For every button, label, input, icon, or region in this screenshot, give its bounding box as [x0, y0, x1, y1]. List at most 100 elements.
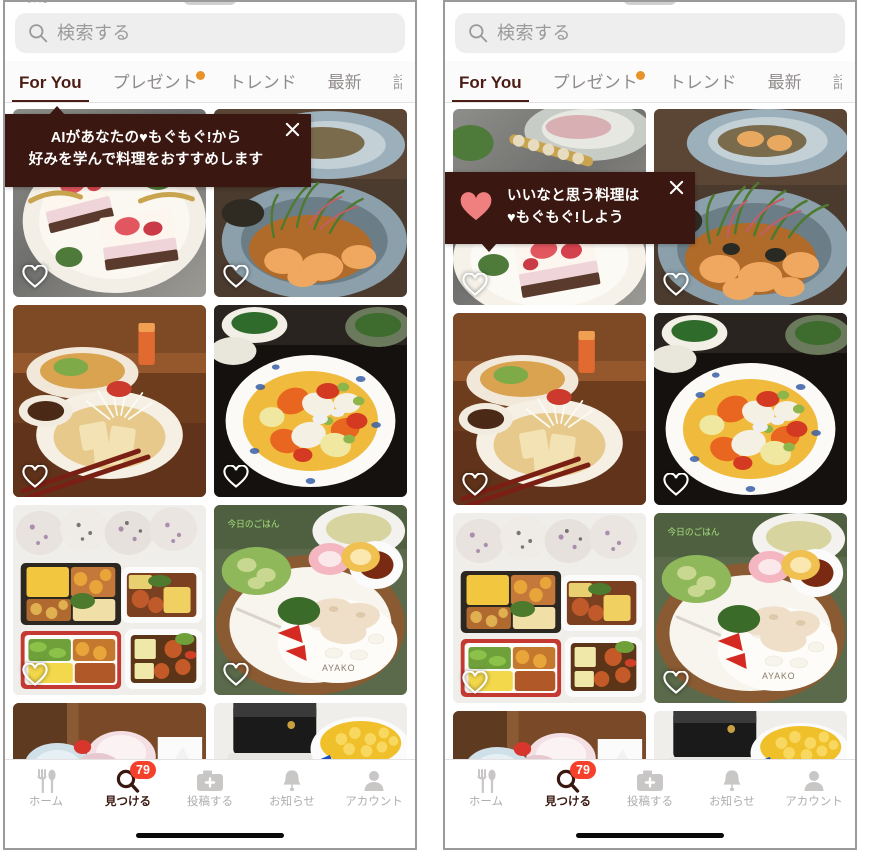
tab-label: 話 [393, 74, 402, 92]
nav-label: アカウント [345, 796, 403, 808]
icon-container: 79 [115, 761, 156, 794]
like-heart-icon[interactable] [663, 473, 689, 497]
like-heart-icon[interactable] [22, 663, 48, 687]
tooltip-like-hint[interactable]: いいなと思う料理は ♥もぐもぐ!しよう [445, 172, 695, 252]
like-heart-icon[interactable] [223, 265, 249, 289]
close-icon[interactable] [285, 122, 300, 137]
camera-plus-icon [197, 770, 223, 791]
comparison-stage: 9:41 検索する For You プレゼント トレンド [0, 0, 869, 850]
tab-newest[interactable]: 最新 [768, 74, 802, 102]
like-heart-icon[interactable] [462, 273, 488, 297]
search-bar-container: 検索する [5, 8, 415, 61]
nav-item-discover[interactable]: 79 見つける [527, 761, 609, 820]
status-bar-sliver [445, 2, 855, 8]
nav-label: 投稿する [627, 796, 673, 808]
search-input[interactable]: 検索する [455, 13, 845, 53]
search-icon [29, 24, 48, 43]
like-heart-icon[interactable] [462, 473, 488, 497]
icon-container [636, 767, 664, 794]
tooltip-arrow-up-icon [49, 106, 65, 115]
svg-text:AYAKO: AYAKO [322, 663, 355, 673]
icon-container: 79 [555, 761, 596, 794]
category-tabs-left: For You プレゼント トレンド 最新 話 [5, 61, 415, 103]
icon-container [362, 767, 386, 794]
nav-label: 見つける [545, 796, 591, 808]
feed-card-chicken-rice-plate[interactable]: 今日のごはん AYAKO [214, 505, 407, 695]
tab-trend[interactable]: トレンド [669, 74, 737, 102]
tooltip-text: いいなと思う料理は ♥もぐもぐ!しよう [507, 188, 640, 227]
like-heart-icon[interactable] [22, 465, 48, 489]
svg-text:今日のごはん: 今日のごはん [668, 526, 720, 537]
nav-label: お知らせ [709, 796, 755, 808]
nav-label: ホーム [468, 796, 504, 808]
camera-plus-icon [637, 770, 663, 791]
nav-item-post[interactable]: 投稿する [609, 767, 691, 820]
search-placeholder: 検索する [57, 23, 131, 43]
new-badge-dot-icon [635, 71, 645, 80]
tab-for-you[interactable]: For You [12, 74, 89, 102]
feed-card-vegetable-stew[interactable] [214, 305, 407, 497]
search-icon [469, 24, 488, 43]
like-heart-icon[interactable] [663, 671, 689, 695]
search-placeholder: 検索する [497, 23, 571, 43]
nav-item-discover[interactable]: 79 見つける [87, 761, 169, 820]
icon-container [474, 767, 498, 794]
category-tabs-right: For You プレゼント トレンド 最新 話 [445, 61, 855, 103]
tab-more-clipped[interactable]: 話 [833, 74, 842, 102]
nav-item-notifications[interactable]: お知らせ [691, 767, 773, 820]
like-heart-icon[interactable] [223, 465, 249, 489]
like-heart-icon[interactable] [22, 265, 48, 289]
nav-label: 投稿する [187, 796, 233, 808]
feed-card-fried-tofu-plate[interactable] [13, 305, 206, 497]
status-bar-sliver: 9:41 [5, 2, 415, 8]
like-heart-icon[interactable] [663, 273, 689, 297]
status-bar-text: 9:41 [27, 2, 49, 5]
nav-item-home[interactable]: ホーム [445, 767, 527, 820]
nav-item-home[interactable]: ホーム [5, 767, 87, 820]
nav-item-account[interactable]: アカウント [773, 767, 855, 820]
nav-item-account[interactable]: アカウント [333, 767, 415, 820]
nav-items: ホーム 79 見つける 投稿する お知らせ アカウント [445, 760, 855, 820]
svg-text:AYAKO: AYAKO [762, 671, 795, 681]
photo-grid: 今日のごはん AYAKO [13, 109, 407, 783]
nav-label: アカウント [785, 796, 843, 808]
phone-screen-right: 検索する For You プレゼント トレンド 最新 話 [443, 0, 857, 850]
feed-card-chicken-rice-plate[interactable]: 今日のごはん AYAKO [654, 513, 847, 703]
nav-label: ホーム [28, 796, 64, 808]
tab-label: トレンド [668, 73, 737, 92]
nav-label: 見つける [105, 796, 151, 808]
bottom-navigation-left: ホーム 79 見つける 投稿する お知らせ アカウント [5, 759, 415, 848]
close-icon[interactable] [669, 180, 684, 195]
tab-label: 最新 [767, 73, 802, 92]
feed-card-bento-box[interactable] [453, 513, 646, 703]
svg-text:今日のごはん: 今日のごはん [228, 518, 280, 529]
feed-card-fried-tofu-plate[interactable] [453, 313, 646, 505]
bell-icon [283, 770, 301, 791]
icon-container [280, 767, 304, 794]
notch [623, 2, 677, 5]
tab-more-clipped[interactable]: 話 [393, 74, 402, 102]
feed-grid-left: 今日のごはん AYAKO [5, 103, 415, 848]
icon-container [802, 767, 826, 794]
feed-card-bento-box[interactable] [13, 505, 206, 695]
search-input[interactable]: 検索する [15, 13, 405, 53]
person-icon [364, 770, 384, 791]
tab-present[interactable]: プレゼント [113, 71, 205, 102]
nav-item-post[interactable]: 投稿する [169, 767, 251, 820]
notification-badge: 79 [130, 761, 156, 779]
tooltip-ai-recommendation[interactable]: AIがあなたの♥もぐもぐ!から 好みを学んで料理をおすすめします [5, 106, 311, 187]
nav-item-notifications[interactable]: お知らせ [251, 767, 333, 820]
tab-label: For You [459, 73, 522, 92]
notification-badge: 79 [570, 761, 596, 779]
tab-label: 話 [833, 74, 842, 92]
tab-newest[interactable]: 最新 [328, 74, 362, 102]
like-heart-icon[interactable] [223, 663, 249, 687]
new-badge-dot-icon [195, 71, 205, 80]
feed-card-vegetable-stew[interactable] [654, 313, 847, 505]
icon-container [34, 767, 58, 794]
tab-present[interactable]: プレゼント [553, 71, 645, 102]
tab-trend[interactable]: トレンド [229, 74, 297, 102]
home-indicator [136, 833, 284, 838]
like-heart-icon[interactable] [462, 671, 488, 695]
tab-for-you[interactable]: For You [452, 73, 529, 102]
